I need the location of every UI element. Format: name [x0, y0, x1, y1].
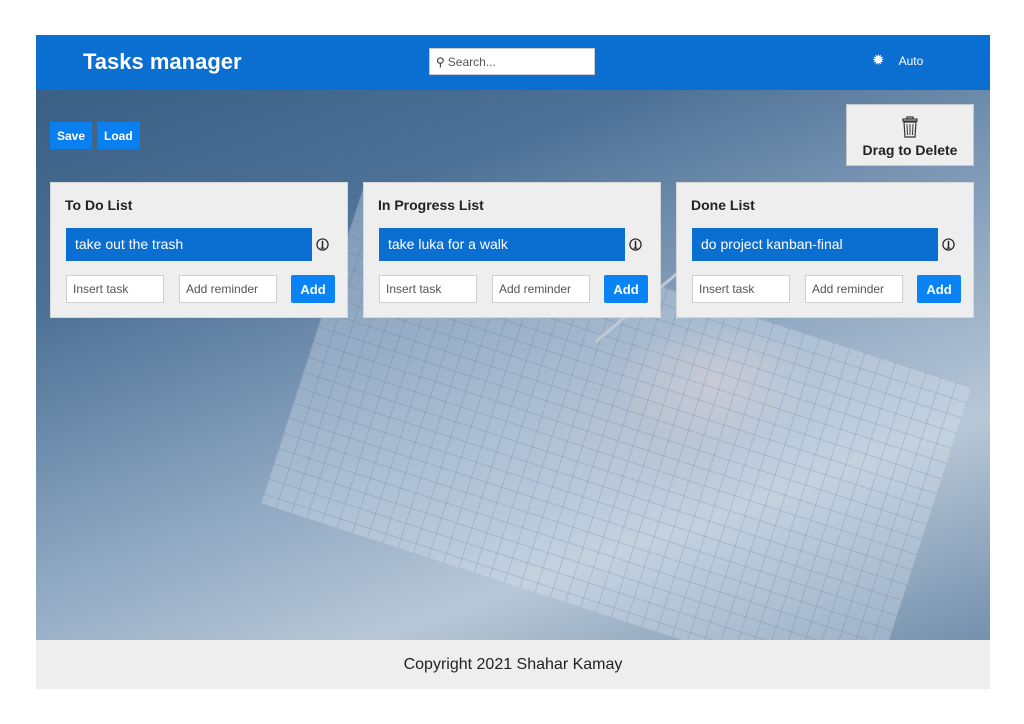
- sun-icon: ✹: [872, 52, 885, 69]
- list-in-progress: In Progress List take luka for a walk Ad…: [363, 182, 661, 318]
- search-box[interactable]: ⚲: [429, 48, 595, 75]
- theme-toggle[interactable]: ✹ Auto: [872, 53, 923, 68]
- list-title: To Do List: [65, 197, 133, 213]
- footer: Copyright 2021 Shahar Kamay: [36, 640, 990, 689]
- app-window: Tasks manager ⚲ ✹ Auto Save Load Drag to…: [36, 35, 990, 689]
- list-todo: To Do List take out the trash Add: [50, 182, 348, 318]
- delete-drop-zone[interactable]: Drag to Delete: [846, 104, 974, 166]
- board-area: Save Load Drag to Delete To Do List take…: [36, 90, 990, 640]
- theme-label: Auto: [898, 53, 924, 68]
- reminder-input[interactable]: [179, 275, 277, 303]
- search-input[interactable]: [447, 54, 578, 69]
- add-task-button[interactable]: Add: [917, 275, 961, 303]
- delete-zone-label: Drag to Delete: [862, 142, 958, 158]
- app-title: Tasks manager: [83, 49, 242, 74]
- header-bar: Tasks manager ⚲ ✹ Auto: [36, 35, 990, 90]
- info-icon[interactable]: [316, 238, 329, 251]
- task-item[interactable]: take luka for a walk: [379, 228, 625, 261]
- info-icon[interactable]: [942, 238, 955, 251]
- load-button[interactable]: Load: [97, 122, 140, 149]
- save-button[interactable]: Save: [50, 122, 93, 149]
- list-title: In Progress List: [378, 197, 484, 213]
- task-input[interactable]: [692, 275, 790, 303]
- trash-icon: [902, 116, 918, 138]
- add-task-button[interactable]: Add: [291, 275, 335, 303]
- reminder-input[interactable]: [492, 275, 590, 303]
- task-item[interactable]: do project kanban-final: [692, 228, 938, 261]
- task-input[interactable]: [66, 275, 164, 303]
- reminder-input[interactable]: [805, 275, 903, 303]
- task-item[interactable]: take out the trash: [66, 228, 312, 261]
- add-task-button[interactable]: Add: [604, 275, 648, 303]
- task-input[interactable]: [379, 275, 477, 303]
- info-icon[interactable]: [629, 238, 642, 251]
- list-done: Done List do project kanban-final Add: [676, 182, 974, 318]
- copyright-text: Copyright 2021 Shahar Kamay: [403, 656, 623, 673]
- search-icon: ⚲: [436, 54, 445, 69]
- list-title: Done List: [691, 197, 755, 213]
